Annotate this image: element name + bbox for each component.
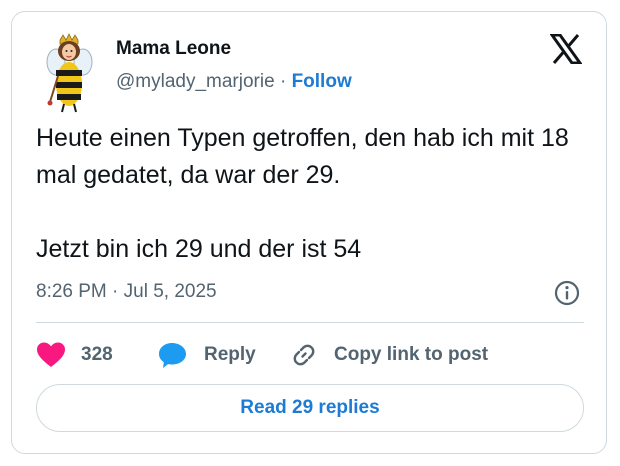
post-text-line: Heute einen Typen getroffen, den hab ich… — [36, 124, 569, 189]
author-name[interactable]: Mama Leone — [116, 38, 231, 60]
post-timestamp[interactable]: 8:26 PM · Jul 5, 2025 — [36, 281, 217, 303]
post-text-line: Jetzt bin ich 29 und der ist 54 — [36, 235, 362, 263]
like-button[interactable]: 328 — [36, 339, 113, 371]
avatar[interactable] — [38, 32, 100, 114]
embedded-post-card: Mama Leone @mylady_marjorie · Follow Heu… — [11, 11, 607, 454]
author-meta: @mylady_marjorie · Follow — [116, 71, 352, 93]
divider — [36, 322, 584, 323]
like-count: 328 — [81, 344, 113, 365]
heart-icon — [37, 342, 65, 367]
copy-link-label: Copy link to post — [334, 344, 489, 365]
read-replies-button[interactable]: Read 29 replies — [36, 384, 584, 432]
follow-link[interactable]: Follow — [292, 71, 352, 92]
reply-label: Reply — [204, 344, 256, 365]
copy-link-button[interactable]: Copy link to post — [290, 339, 488, 371]
info-icon[interactable] — [553, 279, 581, 307]
post-text: Heute einen Typen getroffen, den hab ich… — [36, 120, 591, 268]
speech-bubble-icon — [159, 343, 186, 368]
x-logo-icon[interactable] — [550, 34, 582, 64]
link-icon — [293, 344, 315, 366]
author-handle[interactable]: @mylady_marjorie — [116, 71, 275, 92]
reply-button[interactable]: Reply — [158, 339, 256, 371]
meta-separator: · — [279, 71, 287, 92]
